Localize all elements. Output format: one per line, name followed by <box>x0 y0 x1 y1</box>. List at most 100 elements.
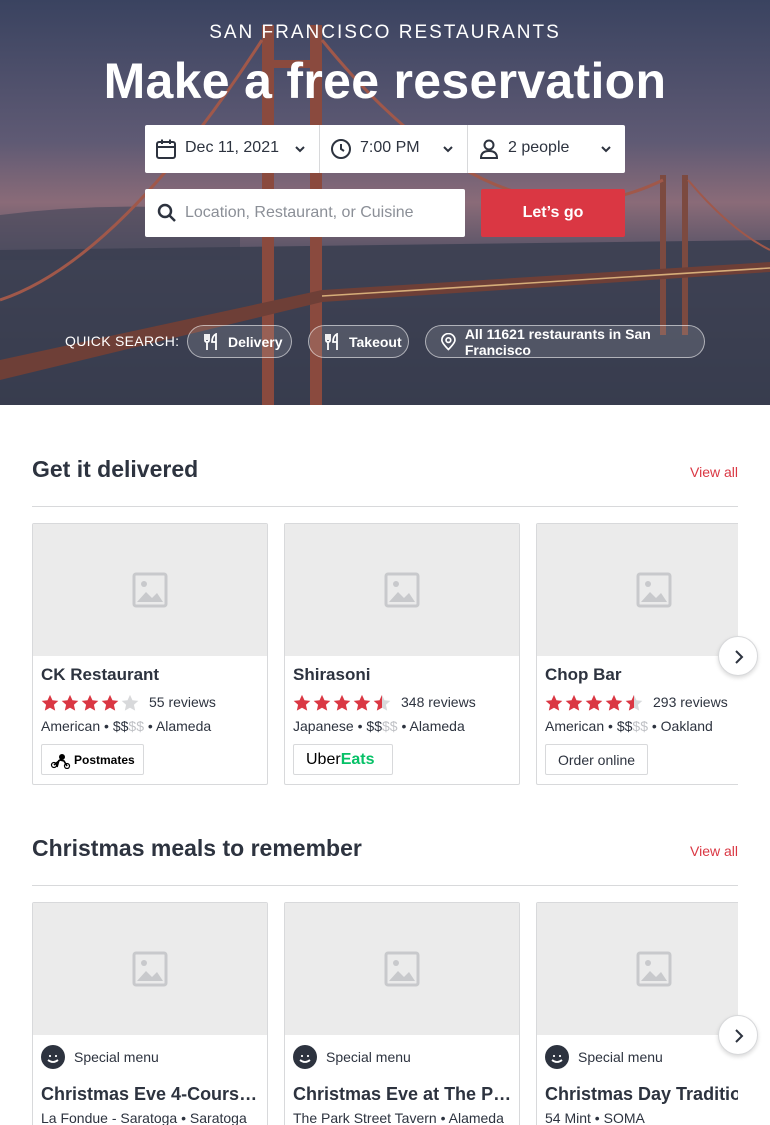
star-icon <box>565 694 583 711</box>
carousel-next-button[interactable] <box>718 636 758 676</box>
quick-search-all-restaurants[interactable]: All 11621 restaurants in San Francisco <box>425 325 705 358</box>
date-picker[interactable]: Dec 11, 2021 <box>145 125 319 173</box>
chevron-down-icon <box>443 146 453 153</box>
restaurant-card[interactable]: Chop Bar 293 reviews American • $$$$ • O… <box>536 523 738 785</box>
search-icon <box>157 203 176 222</box>
star-icon <box>605 694 623 711</box>
utensils-icon <box>325 332 338 350</box>
review-count[interactable]: 293 reviews <box>653 694 728 710</box>
reservation-picker: Dec 11, 2021 7:00 PM 2 people <box>145 125 625 173</box>
star-icon <box>121 694 139 711</box>
cuisine: American <box>41 718 101 734</box>
quick-search-takeout[interactable]: Takeout <box>308 325 409 358</box>
menu-title: Christmas Day Traditional <box>545 1084 738 1104</box>
date-value: Dec 11, 2021 <box>185 139 279 156</box>
search-input[interactable] <box>185 189 455 237</box>
special-menu-card[interactable]: Special menu Christmas Day Traditional 5… <box>536 902 738 1125</box>
uber-eats-button[interactable]: UberEats <box>293 744 393 775</box>
quick-search-delivery[interactable]: Delivery <box>187 325 292 358</box>
order-online-button[interactable]: Order online <box>545 744 649 775</box>
review-count[interactable]: 348 reviews <box>401 694 476 710</box>
menu-title: Christmas Eve at The Park ... <box>293 1084 513 1104</box>
utensils-icon <box>204 332 217 350</box>
special-menu-icon <box>545 1045 569 1069</box>
area: Alameda <box>155 718 212 734</box>
restaurant-name: 54 Mint <box>545 1110 591 1125</box>
star-icon <box>373 694 391 711</box>
lets-go-button[interactable]: Let’s go <box>481 189 625 237</box>
star-icon <box>101 694 119 711</box>
star-icon <box>293 694 311 711</box>
special-menu-badge: Special menu <box>293 1045 411 1069</box>
star-rating <box>545 694 645 712</box>
review-count[interactable]: 55 reviews <box>149 694 216 710</box>
menu-image-placeholder <box>33 903 267 1035</box>
time-picker[interactable]: 7:00 PM <box>319 125 467 173</box>
star-icon <box>81 694 99 711</box>
section-divider <box>32 885 738 886</box>
person-icon <box>479 139 499 159</box>
restaurant-meta: Japanese • $$$$ • Alameda <box>293 718 465 734</box>
special-menu-card[interactable]: Special menu Christmas Eve at The Park .… <box>284 902 520 1125</box>
area: SOMA <box>603 1110 645 1125</box>
location-pin-icon <box>441 332 456 351</box>
price-dim: $$ <box>632 718 648 734</box>
section-divider <box>32 506 738 507</box>
chip-label: Delivery <box>228 333 283 350</box>
party-size-picker[interactable]: 2 people <box>467 125 625 173</box>
section-title-christmas: Christmas meals to remember <box>32 835 362 861</box>
image-placeholder-icon <box>384 572 420 608</box>
restaurant-name: Shirasoni <box>293 665 371 684</box>
menu-image-placeholder <box>285 903 519 1035</box>
price-dim: $$ <box>128 718 144 734</box>
area: Saratoga <box>189 1110 247 1125</box>
menu-location: La Fondue - Saratoga • Saratoga <box>41 1110 247 1125</box>
star-rating <box>293 694 393 712</box>
special-menu-icon <box>41 1045 65 1069</box>
menu-image-placeholder <box>537 903 738 1035</box>
menu-location: The Park Street Tavern • Alameda <box>293 1110 504 1125</box>
chevron-down-icon <box>601 146 611 153</box>
view-all-delivered-link[interactable]: View all <box>690 464 738 480</box>
special-menu-badge: Special menu <box>41 1045 159 1069</box>
star-icon <box>353 694 371 711</box>
star-icon <box>333 694 351 711</box>
price: $$ <box>112 718 129 734</box>
time-value: 7:00 PM <box>360 139 420 156</box>
chip-label: Takeout <box>349 333 402 350</box>
restaurant-name: CK Restaurant <box>41 665 160 684</box>
section-title-delivered: Get it delivered <box>32 456 199 482</box>
menu-location: 54 Mint • SOMA <box>545 1110 645 1125</box>
chevron-right-icon <box>735 1029 744 1043</box>
chevron-right-icon <box>735 650 744 664</box>
postmates-button[interactable]: Postmates <box>41 744 144 775</box>
image-placeholder-icon <box>132 572 168 608</box>
postmates-logo-icon <box>50 753 71 769</box>
restaurant-meta: American • $$$$ • Oakland <box>545 718 713 734</box>
partner-label: UberEats <box>306 750 375 768</box>
price: $$ <box>366 718 382 734</box>
badge-label: Special menu <box>74 1049 159 1065</box>
special-menu-icon <box>293 1045 317 1069</box>
christmas-carousel: Special menu Christmas Eve 4-Course P...… <box>32 902 738 1125</box>
image-placeholder-icon <box>636 951 672 987</box>
carousel-next-button[interactable] <box>718 1015 758 1055</box>
uber-eats-logo: UberEats <box>306 751 374 769</box>
view-all-christmas-link[interactable]: View all <box>690 843 738 859</box>
special-menu-badge: Special menu <box>545 1045 663 1069</box>
area: Alameda <box>409 718 465 734</box>
hero-title: Make a free reservation <box>103 53 667 109</box>
price: $$ <box>616 718 633 734</box>
delivered-carousel: CK Restaurant 55 reviews American • $$$$… <box>32 523 738 785</box>
special-menu-card[interactable]: Special menu Christmas Eve 4-Course P...… <box>32 902 268 1125</box>
restaurant-meta: American • $$$$ • Alameda <box>41 718 212 734</box>
menu-title: Christmas Eve 4-Course P... <box>41 1084 261 1104</box>
star-icon <box>61 694 79 711</box>
chip-label: All 11621 restaurants in San Francisco <box>464 325 651 358</box>
restaurant-card[interactable]: Shirasoni 348 reviews Japanese • $$$$ • … <box>284 523 520 785</box>
party-size-value: 2 people <box>508 139 570 156</box>
area: Oakland <box>660 718 713 734</box>
badge-label: Special menu <box>578 1049 663 1065</box>
hero-subtitle: SAN FRANCISCO RESTAURANTS <box>209 22 561 43</box>
restaurant-card[interactable]: CK Restaurant 55 reviews American • $$$$… <box>32 523 268 785</box>
